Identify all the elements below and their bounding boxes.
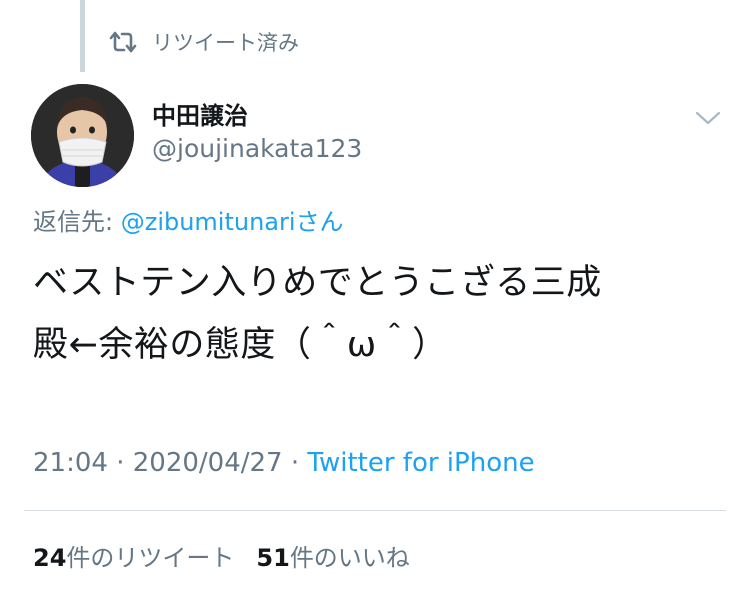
retweet-label: リツイート済み <box>152 31 299 55</box>
tweet-text: ベストテン入りめでとうこざる三成 殿←余裕の態度（＾ω＾） <box>33 252 723 376</box>
thread-line <box>80 0 85 72</box>
meta-separator: · <box>282 448 308 478</box>
reply-context: 返信先: @zibumitunariさん <box>33 202 344 237</box>
avatar-image <box>31 84 134 187</box>
tweet-metadata: 21:04 · 2020/04/27 · Twitter for iPhone <box>33 448 535 478</box>
likes-label: 件のいいね <box>289 544 410 572</box>
meta-separator: · <box>107 448 133 478</box>
divider <box>24 510 726 511</box>
tweet-text-line: 殿←余裕の態度（＾ω＾） <box>33 325 448 365</box>
retweet-icon <box>109 31 137 53</box>
chevron-down-icon <box>695 111 721 125</box>
engagement-stats: 24件のリツイート 51件のいいね <box>33 538 410 573</box>
more-options-button[interactable] <box>690 104 726 132</box>
likes-stat[interactable]: 51件のいいね <box>256 538 409 573</box>
retweets-count: 24 <box>33 544 67 572</box>
reply-mention-link[interactable]: @zibumitunari <box>121 208 296 236</box>
tweet-text-line: ベストテン入りめでとうこざる三成 <box>33 263 602 303</box>
tweet-detail: リツイート済み 中田譲治 @joujinakata123 返信先: @zibum… <box>0 0 750 596</box>
retweets-label: 件のリツイート <box>66 544 235 572</box>
avatar[interactable] <box>31 84 134 187</box>
display-name[interactable]: 中田譲治 <box>152 96 248 131</box>
likes-count: 51 <box>256 544 290 572</box>
retweets-stat[interactable]: 24件のリツイート <box>33 538 234 573</box>
tweet-time: 21:04 <box>33 448 108 478</box>
tweet-date: 2020/04/27 <box>132 448 283 478</box>
retweet-context[interactable]: リツイート済み <box>108 26 299 58</box>
reply-prefix: 返信先: <box>33 208 121 236</box>
tweet-source-link[interactable]: Twitter for iPhone <box>307 448 534 478</box>
user-handle[interactable]: @joujinakata123 <box>152 134 362 163</box>
reply-suffix[interactable]: さん <box>296 208 344 236</box>
